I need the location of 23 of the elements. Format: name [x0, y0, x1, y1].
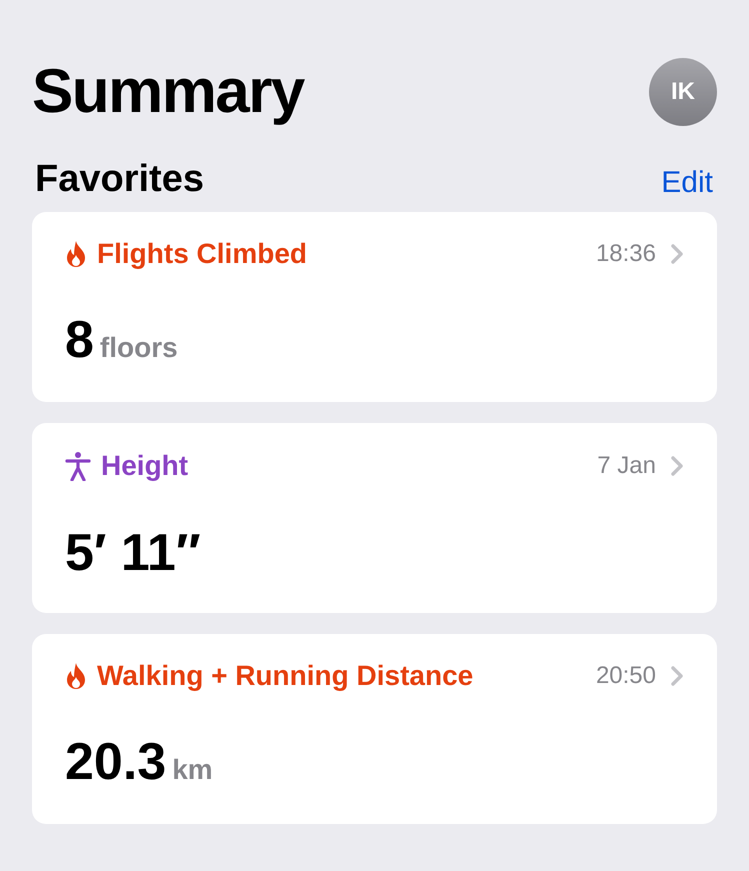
metric-value: 20.3	[65, 736, 166, 788]
metric-value: 5′ 11″	[65, 527, 201, 579]
favorite-card[interactable]: Height 7 Jan 5′ 11″	[32, 423, 717, 613]
flame-icon	[65, 240, 87, 268]
metric-title: Walking + Running Distance	[97, 662, 474, 690]
favorite-card[interactable]: Flights Climbed 18:36 8 floors	[32, 212, 717, 402]
person-icon	[65, 451, 91, 481]
page-title: Summary	[32, 61, 304, 123]
chevron-icon	[670, 455, 684, 477]
flame-icon	[65, 662, 87, 690]
metric-value: 8	[65, 314, 94, 366]
favorite-card[interactable]: Walking + Running Distance 20:50 20.3 km	[32, 634, 717, 824]
metric-unit: floors	[100, 334, 178, 362]
metric-title: Flights Climbed	[97, 240, 307, 268]
timestamp: 7 Jan	[597, 454, 656, 478]
section-title: Favorites	[34, 160, 204, 198]
timestamp: 18:36	[596, 242, 656, 266]
chevron-icon	[670, 665, 684, 687]
metric-title: Height	[101, 452, 188, 480]
timestamp: 20:50	[596, 664, 656, 688]
chevron-icon	[670, 243, 684, 265]
edit-link[interactable]: Edit	[661, 168, 717, 198]
metric-unit: km	[172, 756, 213, 784]
